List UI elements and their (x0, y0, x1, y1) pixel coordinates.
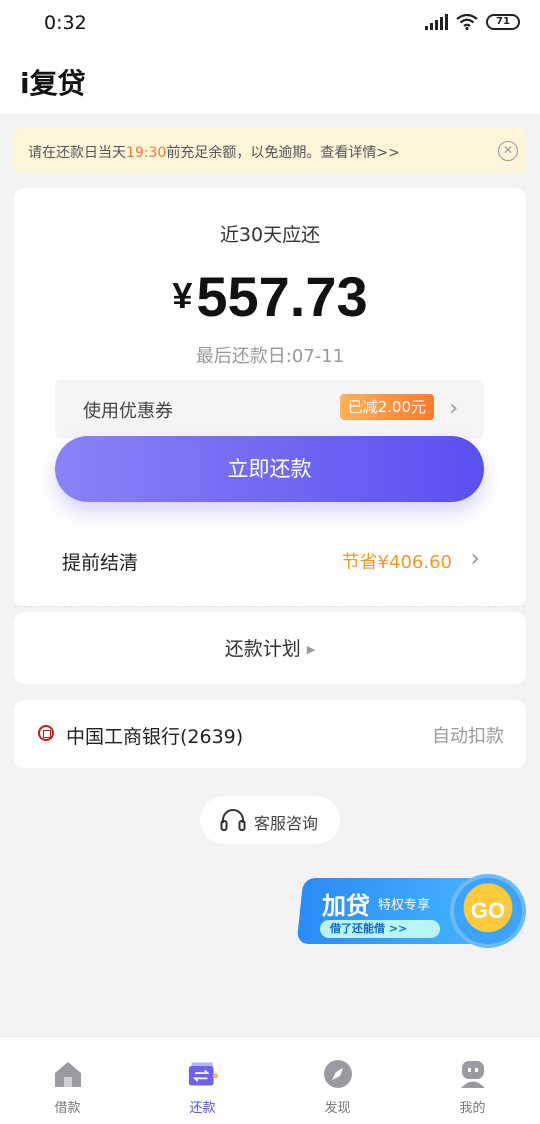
tab-borrow[interactable]: 借款 (0, 1037, 135, 1124)
bank-card-row[interactable]: 中国工商银行(2639) 自动扣款 (14, 700, 526, 768)
repayment-plan-row[interactable]: 还款计划 ▶ (14, 612, 526, 684)
promo-pill: 借了还能借 >> (320, 920, 440, 938)
profile-icon (460, 1061, 485, 1088)
icbc-logo-icon (38, 725, 54, 741)
app-header: i复贷 (0, 48, 540, 114)
amount-value: 557.73 (196, 265, 368, 328)
promo-banner[interactable]: 加贷 特权专享 借了还能借 >> GO (296, 874, 526, 948)
status-bar: 0:32 71 (0, 0, 540, 48)
divider (14, 606, 526, 607)
close-icon[interactable]: ✕ (498, 141, 518, 161)
promo-subtitle: 特权专享 (378, 898, 431, 913)
status-time: 0:32 (44, 12, 87, 34)
tab-label: 还款 (189, 1101, 216, 1116)
tab-discover[interactable]: 发现 (270, 1037, 405, 1124)
repayment-amount: ¥557.73 (14, 264, 526, 329)
coupon-row[interactable]: 使用优惠券 已减2.00元 › (55, 380, 484, 438)
notice-banner[interactable]: 请在还款日当天19:30前充足余额，以免逾期。查看详情>> ✕ (14, 128, 526, 174)
repay-icon (188, 1062, 218, 1086)
currency-symbol: ¥ (172, 275, 193, 316)
compass-icon (323, 1060, 352, 1088)
coupon-label: 使用优惠券 (83, 401, 173, 422)
customer-service-label: 客服咨询 (254, 814, 319, 833)
promo-title: 加贷 (322, 892, 370, 920)
notice-text-before: 请在还款日当天 (28, 145, 126, 161)
go-label: GO (470, 898, 506, 923)
home-icon (54, 1062, 81, 1087)
due-date: 最后还款日:07-11 (195, 346, 345, 367)
go-button[interactable]: GO (450, 874, 526, 948)
auto-debit-status: 自动扣款 (432, 726, 504, 747)
battery-icon: 71 (486, 14, 520, 30)
tab-label: 我的 (459, 1101, 486, 1116)
early-settle-row[interactable]: 提前结清 节省¥406.60 › (14, 528, 526, 578)
notice-time-highlight: 19:30 (126, 145, 167, 161)
early-settle-saving: 节省¥406.60 (341, 552, 452, 573)
wifi-icon (456, 14, 478, 30)
headset-icon (220, 809, 246, 831)
signal-icon (425, 14, 448, 30)
chevron-right-icon: › (470, 544, 480, 572)
page-title: i复贷 (20, 67, 86, 100)
due-label: 近30天应还 (219, 224, 321, 246)
tab-repay[interactable]: 还款 (135, 1037, 270, 1124)
plan-label-text: 还款计划 (224, 638, 301, 660)
tab-label: 借款 (54, 1101, 81, 1116)
early-settle-label: 提前结清 (62, 552, 139, 574)
notice-text-after: 前充足余额，以免逾期。查看详情>> (166, 145, 400, 161)
pay-now-button[interactable]: 立即还款 (55, 436, 484, 502)
coupon-discount-badge: 已减2.00元 (339, 394, 434, 420)
status-icons: 71 (425, 14, 520, 30)
customer-service-button[interactable]: 客服咨询 (200, 796, 340, 844)
bank-name: 中国工商银行(2639) (66, 726, 244, 748)
tab-mine[interactable]: 我的 (405, 1037, 540, 1124)
notice-text[interactable]: 请在还款日当天19:30前充足余额，以免逾期。查看详情>> (28, 142, 400, 162)
bottom-tab-bar: 借款 还款 发现 我的 (0, 1036, 540, 1124)
triangle-right-icon: ▶ (306, 643, 316, 656)
tab-label: 发现 (324, 1101, 351, 1116)
repayment-plan-label: 还款计划 ▶ (14, 634, 526, 661)
chevron-right-icon: › (449, 396, 458, 421)
repayment-card: 近30天应还 ¥557.73 最后还款日:07-11 使用优惠券 已减2.00元… (14, 188, 526, 606)
